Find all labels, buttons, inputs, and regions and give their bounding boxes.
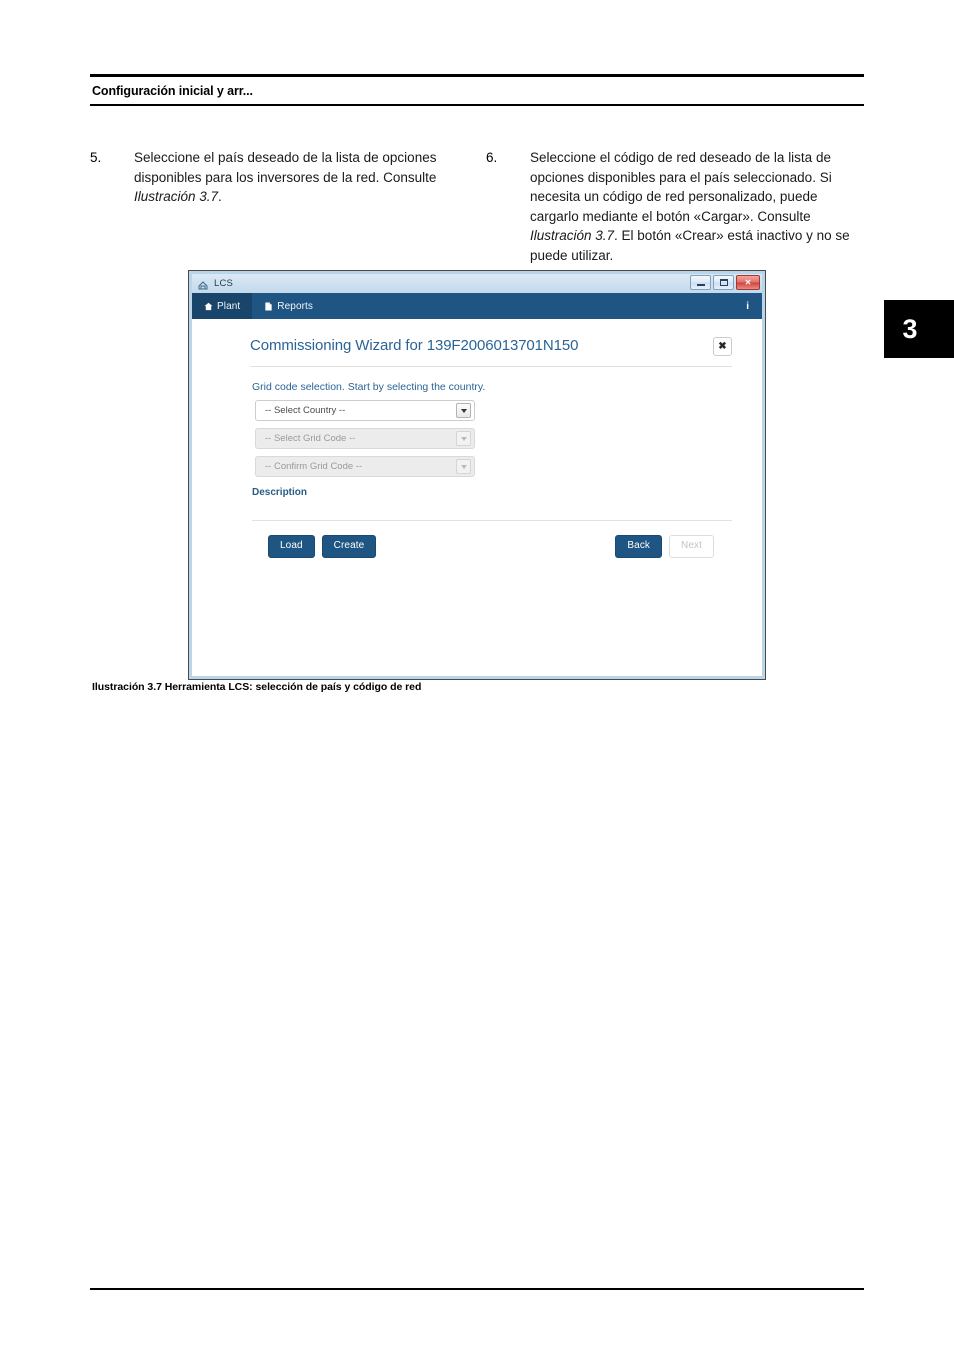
step-text-before: Seleccione el código de red deseado de l…: [530, 150, 832, 224]
wizard-divider: [252, 520, 732, 521]
info-icon[interactable]: i: [733, 293, 762, 319]
step-number: 6.: [486, 150, 498, 165]
step-reference: Ilustración 3.7: [134, 189, 219, 204]
app-content-pane: Commissioning Wizard for 139F2006013701N…: [192, 319, 762, 676]
next-button: Next: [669, 535, 714, 558]
maximize-icon[interactable]: [713, 275, 734, 290]
wizard-nav-buttons: Back Next: [615, 535, 714, 558]
footer-rule: [90, 1288, 864, 1290]
app-window: LCS ✕ Plant Reports i Commissioning Wiza…: [188, 270, 766, 680]
document-icon: [264, 301, 273, 311]
wizard-close-button[interactable]: ✖: [713, 337, 732, 356]
select-row-grid-code: -- Select Grid Code --: [255, 428, 732, 449]
chevron-down-icon: [456, 431, 471, 446]
chevron-down-icon: [456, 403, 471, 418]
wizard-actions: Load Create Back Next: [268, 535, 732, 558]
header-rule-bottom: [90, 104, 864, 106]
figure-caption: Ilustración 3.7 Herramienta LCS: selecci…: [92, 681, 422, 693]
window-title-bar: LCS ✕: [192, 274, 762, 293]
steps-container: 5. Seleccione el país deseado de la list…: [90, 148, 880, 265]
country-select[interactable]: -- Select Country --: [255, 400, 475, 421]
chapter-tab: 3: [884, 300, 954, 358]
step-text-after: .: [218, 189, 222, 204]
create-button[interactable]: Create: [321, 535, 377, 558]
nav-item-label: Plant: [217, 300, 241, 312]
step-number: 5.: [90, 150, 102, 165]
country-select-value: -- Select Country --: [265, 405, 346, 416]
app-navbar: Plant Reports i: [192, 293, 762, 319]
step-text: Seleccione el país deseado de la lista d…: [134, 148, 462, 265]
step-text-before: Seleccione el país deseado de la lista d…: [134, 150, 437, 185]
select-row-confirm-grid-code: -- Confirm Grid Code --: [255, 456, 732, 477]
info-label: i: [746, 300, 749, 312]
commissioning-wizard: Commissioning Wizard for 139F2006013701N…: [192, 319, 762, 558]
wizard-title: Commissioning Wizard for 139F2006013701N…: [250, 337, 579, 354]
grid-code-select-value: -- Select Grid Code --: [265, 433, 356, 444]
load-button[interactable]: Load: [268, 535, 315, 558]
close-icon[interactable]: ✕: [736, 275, 760, 290]
nav-item-plant[interactable]: Plant: [192, 293, 253, 319]
description-label: Description: [252, 487, 308, 498]
back-button[interactable]: Back: [615, 535, 663, 558]
grid-code-select[interactable]: -- Select Grid Code --: [255, 428, 475, 449]
chevron-down-icon: [456, 459, 471, 474]
select-row-country: -- Select Country --: [255, 400, 732, 421]
nav-item-label: Reports: [277, 300, 314, 312]
window-title: LCS: [214, 278, 234, 289]
window-controls: ✕: [690, 275, 760, 290]
app-logo-icon: [197, 278, 209, 290]
minimize-icon[interactable]: [690, 275, 711, 290]
page-header: Configuración inicial y arr...: [90, 74, 864, 106]
step-reference: Ilustración 3.7: [530, 228, 615, 243]
figure-screenshot: LCS ✕ Plant Reports i Commissioning Wiza…: [188, 270, 766, 680]
home-icon: [204, 302, 213, 311]
confirm-grid-code-select[interactable]: -- Confirm Grid Code --: [255, 456, 475, 477]
confirm-grid-code-select-value: -- Confirm Grid Code --: [265, 461, 363, 472]
chapter-number: 3: [902, 313, 918, 344]
step-item-6: 6. Seleccione el código de red deseado d…: [486, 148, 858, 265]
wizard-header: Commissioning Wizard for 139F2006013701N…: [250, 337, 732, 367]
nav-item-reports[interactable]: Reports: [252, 293, 325, 319]
step-item-5: 5. Seleccione el país deseado de la list…: [90, 148, 462, 265]
wizard-instruction: Grid code selection. Start by selecting …: [252, 381, 486, 393]
page-title: Configuración inicial y arr...: [92, 84, 253, 98]
step-text: Seleccione el código de red deseado de l…: [530, 148, 858, 265]
